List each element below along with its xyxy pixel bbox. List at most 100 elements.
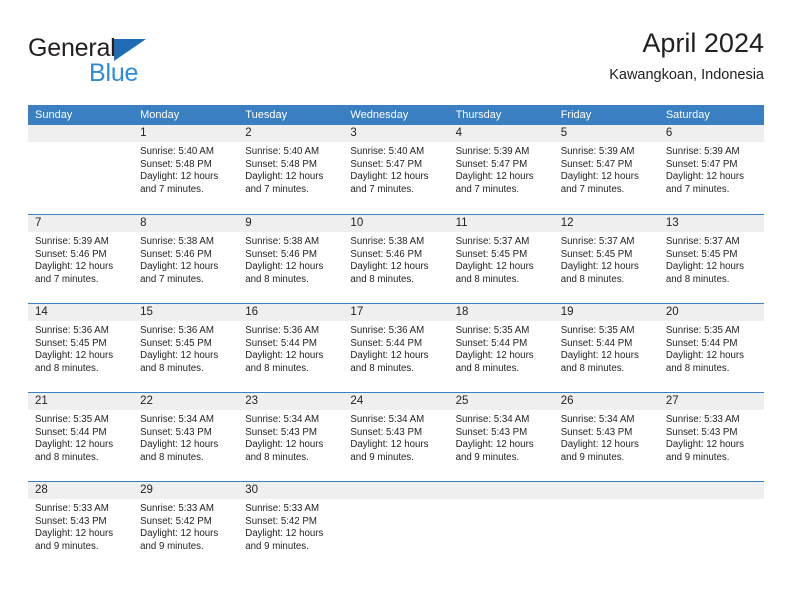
calendar-day-cell[interactable]: 8 Sunrise: 5:38 AM Sunset: 5:46 PM Daylight… — [133, 215, 239, 303]
day-daylight-l1-text: Daylight: 12 hours — [665, 350, 744, 362]
calendar-day-cell[interactable]: 30 Sunrise: 5:33 AM Sunset: 5:42 PM Dayligh… — [238, 482, 344, 570]
calendar-day-cell-empty — [28, 125, 134, 214]
day-daylight-l2-text: and 7 minutes. — [140, 273, 204, 285]
day-daylight-l1-text: Daylight: 12 hours — [560, 261, 639, 273]
day-sunrise-text: Sunrise: 5:33 AM — [665, 414, 740, 425]
calendar-day-cell[interactable]: 6 Sunrise: 5:39 AM Sunset: 5:47 PM Daylight… — [658, 125, 764, 214]
day-sunrise-text: Sunrise: 5:36 AM — [35, 325, 109, 336]
day-number: 8 — [133, 215, 239, 232]
calendar-day-cell[interactable]: 11 Sunrise: 5:37 AM Sunset: 5:45 PM Dayligh… — [448, 215, 554, 303]
day-daylight-l1-text: Daylight: 12 hours — [140, 439, 219, 451]
day-number: 21 — [28, 393, 134, 410]
calendar-day-cell[interactable]: 3 Sunrise: 5:40 AM Sunset: 5:47 PM Daylight… — [343, 125, 449, 214]
day-sunset-text: Sunset: 5:42 PM — [140, 515, 212, 527]
day-details: Sunrise: 5:39 AM Sunset: 5:47 PM Daylight:… — [659, 142, 764, 196]
day-number: 1 — [133, 125, 239, 142]
day-sunrise-text: Sunrise: 5:33 AM — [245, 503, 320, 514]
day-daylight-l2-text: and 7 minutes. — [665, 183, 730, 195]
calendar-day-cell[interactable]: 27 Sunrise: 5:33 AM Sunset: 5:43 PM Dayligh… — [658, 393, 764, 481]
day-details: Sunrise: 5:36 AM Sunset: 5:45 PM Daylight:… — [133, 321, 238, 375]
day-number — [448, 482, 554, 499]
calendar-week-row: 28 Sunrise: 5:33 AM Sunset: 5:43 PM Dayligh… — [28, 481, 764, 570]
day-sunrise-text: Sunrise: 5:35 AM — [560, 325, 635, 336]
day-sunset-text: Sunset: 5:47 PM — [455, 158, 528, 170]
day-sunset-text: Sunset: 5:44 PM — [455, 337, 528, 349]
calendar-day-cell[interactable]: 23 Sunrise: 5:34 AM Sunset: 5:43 PM Dayligh… — [238, 393, 344, 481]
calendar-day-cell[interactable]: 18 Sunrise: 5:35 AM Sunset: 5:44 PM Dayligh… — [448, 304, 554, 392]
day-number: 13 — [658, 215, 764, 232]
calendar-day-cell[interactable]: 21 Sunrise: 5:35 AM Sunset: 5:44 PM Dayligh… — [28, 393, 134, 481]
day-number: 20 — [658, 304, 764, 321]
calendar-day-cell[interactable]: 5 Sunrise: 5:39 AM Sunset: 5:47 PM Daylight… — [553, 125, 659, 214]
day-details: Sunrise: 5:37 AM Sunset: 5:45 PM Daylight:… — [659, 232, 764, 286]
day-number: 5 — [553, 125, 659, 142]
day-sunset-text: Sunset: 5:47 PM — [665, 158, 738, 170]
day-sunset-text: Sunset: 5:46 PM — [35, 248, 107, 260]
day-sunset-text: Sunset: 5:45 PM — [665, 248, 738, 260]
day-details: Sunrise: 5:36 AM Sunset: 5:45 PM Daylight:… — [28, 321, 133, 375]
calendar-day-cell[interactable]: 1 Sunrise: 5:40 AM Sunset: 5:48 PM Daylight… — [133, 125, 239, 214]
day-daylight-l1-text: Daylight: 12 hours — [560, 439, 639, 451]
calendar-day-cell[interactable]: 2 Sunrise: 5:40 AM Sunset: 5:48 PM Daylight… — [238, 125, 344, 214]
calendar-day-cell[interactable]: 24 Sunrise: 5:34 AM Sunset: 5:43 PM Dayligh… — [343, 393, 449, 481]
weekday-header-sunday: Sunday — [35, 109, 73, 121]
day-daylight-l2-text: and 8 minutes. — [245, 362, 309, 374]
day-daylight-l1-text: Daylight: 12 hours — [560, 350, 639, 362]
calendar-day-cell[interactable]: 16 Sunrise: 5:36 AM Sunset: 5:44 PM Dayligh… — [238, 304, 344, 392]
day-daylight-l1-text: Daylight: 12 hours — [140, 261, 219, 273]
day-sunrise-text: Sunrise: 5:39 AM — [560, 146, 635, 157]
calendar-day-cell[interactable]: 22 Sunrise: 5:34 AM Sunset: 5:43 PM Dayligh… — [133, 393, 239, 481]
calendar-day-cell[interactable]: 15 Sunrise: 5:36 AM Sunset: 5:45 PM Dayligh… — [133, 304, 239, 392]
calendar-weeks: 1 Sunrise: 5:40 AM Sunset: 5:48 PM Daylight… — [28, 125, 764, 570]
calendar-day-cell[interactable]: 28 Sunrise: 5:33 AM Sunset: 5:43 PM Dayligh… — [28, 482, 134, 570]
calendar-day-cell[interactable]: 29 Sunrise: 5:33 AM Sunset: 5:42 PM Dayligh… — [133, 482, 239, 570]
calendar-day-cell[interactable]: 17 Sunrise: 5:36 AM Sunset: 5:44 PM Dayligh… — [343, 304, 449, 392]
day-number: 14 — [28, 304, 134, 321]
day-daylight-l2-text: and 9 minutes. — [140, 540, 204, 552]
day-daylight-l2-text: and 7 minutes. — [350, 183, 414, 195]
day-sunset-text: Sunset: 5:45 PM — [35, 337, 107, 349]
calendar-day-cell[interactable]: 10 Sunrise: 5:38 AM Sunset: 5:46 PM Dayligh… — [343, 215, 449, 303]
calendar-day-cell[interactable]: 14 Sunrise: 5:36 AM Sunset: 5:45 PM Dayligh… — [28, 304, 134, 392]
calendar-day-cell[interactable]: 4 Sunrise: 5:39 AM Sunset: 5:47 PM Daylight… — [448, 125, 554, 214]
calendar-day-cell[interactable]: 7 Sunrise: 5:39 AM Sunset: 5:46 PM Daylight… — [28, 215, 134, 303]
calendar-day-cell[interactable]: 13 Sunrise: 5:37 AM Sunset: 5:45 PM Dayligh… — [658, 215, 764, 303]
day-sunset-text: Sunset: 5:43 PM — [35, 515, 107, 527]
day-daylight-l1-text: Daylight: 12 hours — [245, 528, 324, 540]
day-sunset-text: Sunset: 5:44 PM — [245, 337, 317, 349]
day-daylight-l2-text: and 8 minutes. — [665, 273, 730, 285]
day-daylight-l2-text: and 8 minutes. — [455, 273, 520, 285]
day-daylight-l1-text: Daylight: 12 hours — [665, 439, 744, 451]
day-details: Sunrise: 5:36 AM Sunset: 5:44 PM Daylight:… — [343, 321, 448, 375]
day-daylight-l2-text: and 9 minutes. — [245, 540, 309, 552]
day-number: 23 — [238, 393, 344, 410]
calendar-grid: Sunday Monday Tuesday Wednesday Thursday Frid… — [28, 105, 764, 570]
calendar-week-row: 21 Sunrise: 5:35 AM Sunset: 5:44 PM Dayligh… — [28, 392, 764, 481]
day-number: 30 — [238, 482, 344, 499]
day-daylight-l1-text: Daylight: 12 hours — [665, 261, 744, 273]
calendar-day-cell[interactable]: 26 Sunrise: 5:34 AM Sunset: 5:43 PM Dayligh… — [553, 393, 659, 481]
calendar-day-cell[interactable]: 20 Sunrise: 5:35 AM Sunset: 5:44 PM Dayligh… — [658, 304, 764, 392]
day-daylight-l1-text: Daylight: 12 hours — [35, 261, 114, 273]
calendar-day-cell[interactable]: 12 Sunrise: 5:37 AM Sunset: 5:45 PM Dayligh… — [553, 215, 659, 303]
weekday-header-monday: Monday — [140, 109, 180, 121]
day-daylight-l1-text: Daylight: 12 hours — [455, 171, 534, 183]
day-sunrise-text: Sunrise: 5:34 AM — [350, 414, 425, 425]
day-number: 26 — [553, 393, 659, 410]
day-details: Sunrise: 5:40 AM Sunset: 5:48 PM Daylight:… — [133, 142, 238, 196]
day-details — [554, 499, 659, 503]
calendar-day-cell[interactable]: 19 Sunrise: 5:35 AM Sunset: 5:44 PM Dayligh… — [553, 304, 659, 392]
day-number: 7 — [28, 215, 134, 232]
calendar-day-cell-empty — [553, 482, 659, 570]
day-details: Sunrise: 5:38 AM Sunset: 5:46 PM Daylight:… — [238, 232, 343, 286]
day-sunset-text: Sunset: 5:44 PM — [350, 337, 423, 349]
calendar-day-cell[interactable]: 9 Sunrise: 5:38 AM Sunset: 5:46 PM Daylight… — [238, 215, 344, 303]
day-number: 16 — [238, 304, 344, 321]
weekday-header-tuesday: Tuesday — [245, 109, 288, 121]
day-daylight-l2-text: and 8 minutes. — [350, 362, 414, 374]
day-sunset-text: Sunset: 5:45 PM — [140, 337, 212, 349]
day-sunrise-text: Sunrise: 5:34 AM — [140, 414, 214, 425]
day-number: 19 — [553, 304, 659, 321]
calendar-day-cell[interactable]: 25 Sunrise: 5:34 AM Sunset: 5:43 PM Dayligh… — [448, 393, 554, 481]
day-number: 3 — [343, 125, 449, 142]
